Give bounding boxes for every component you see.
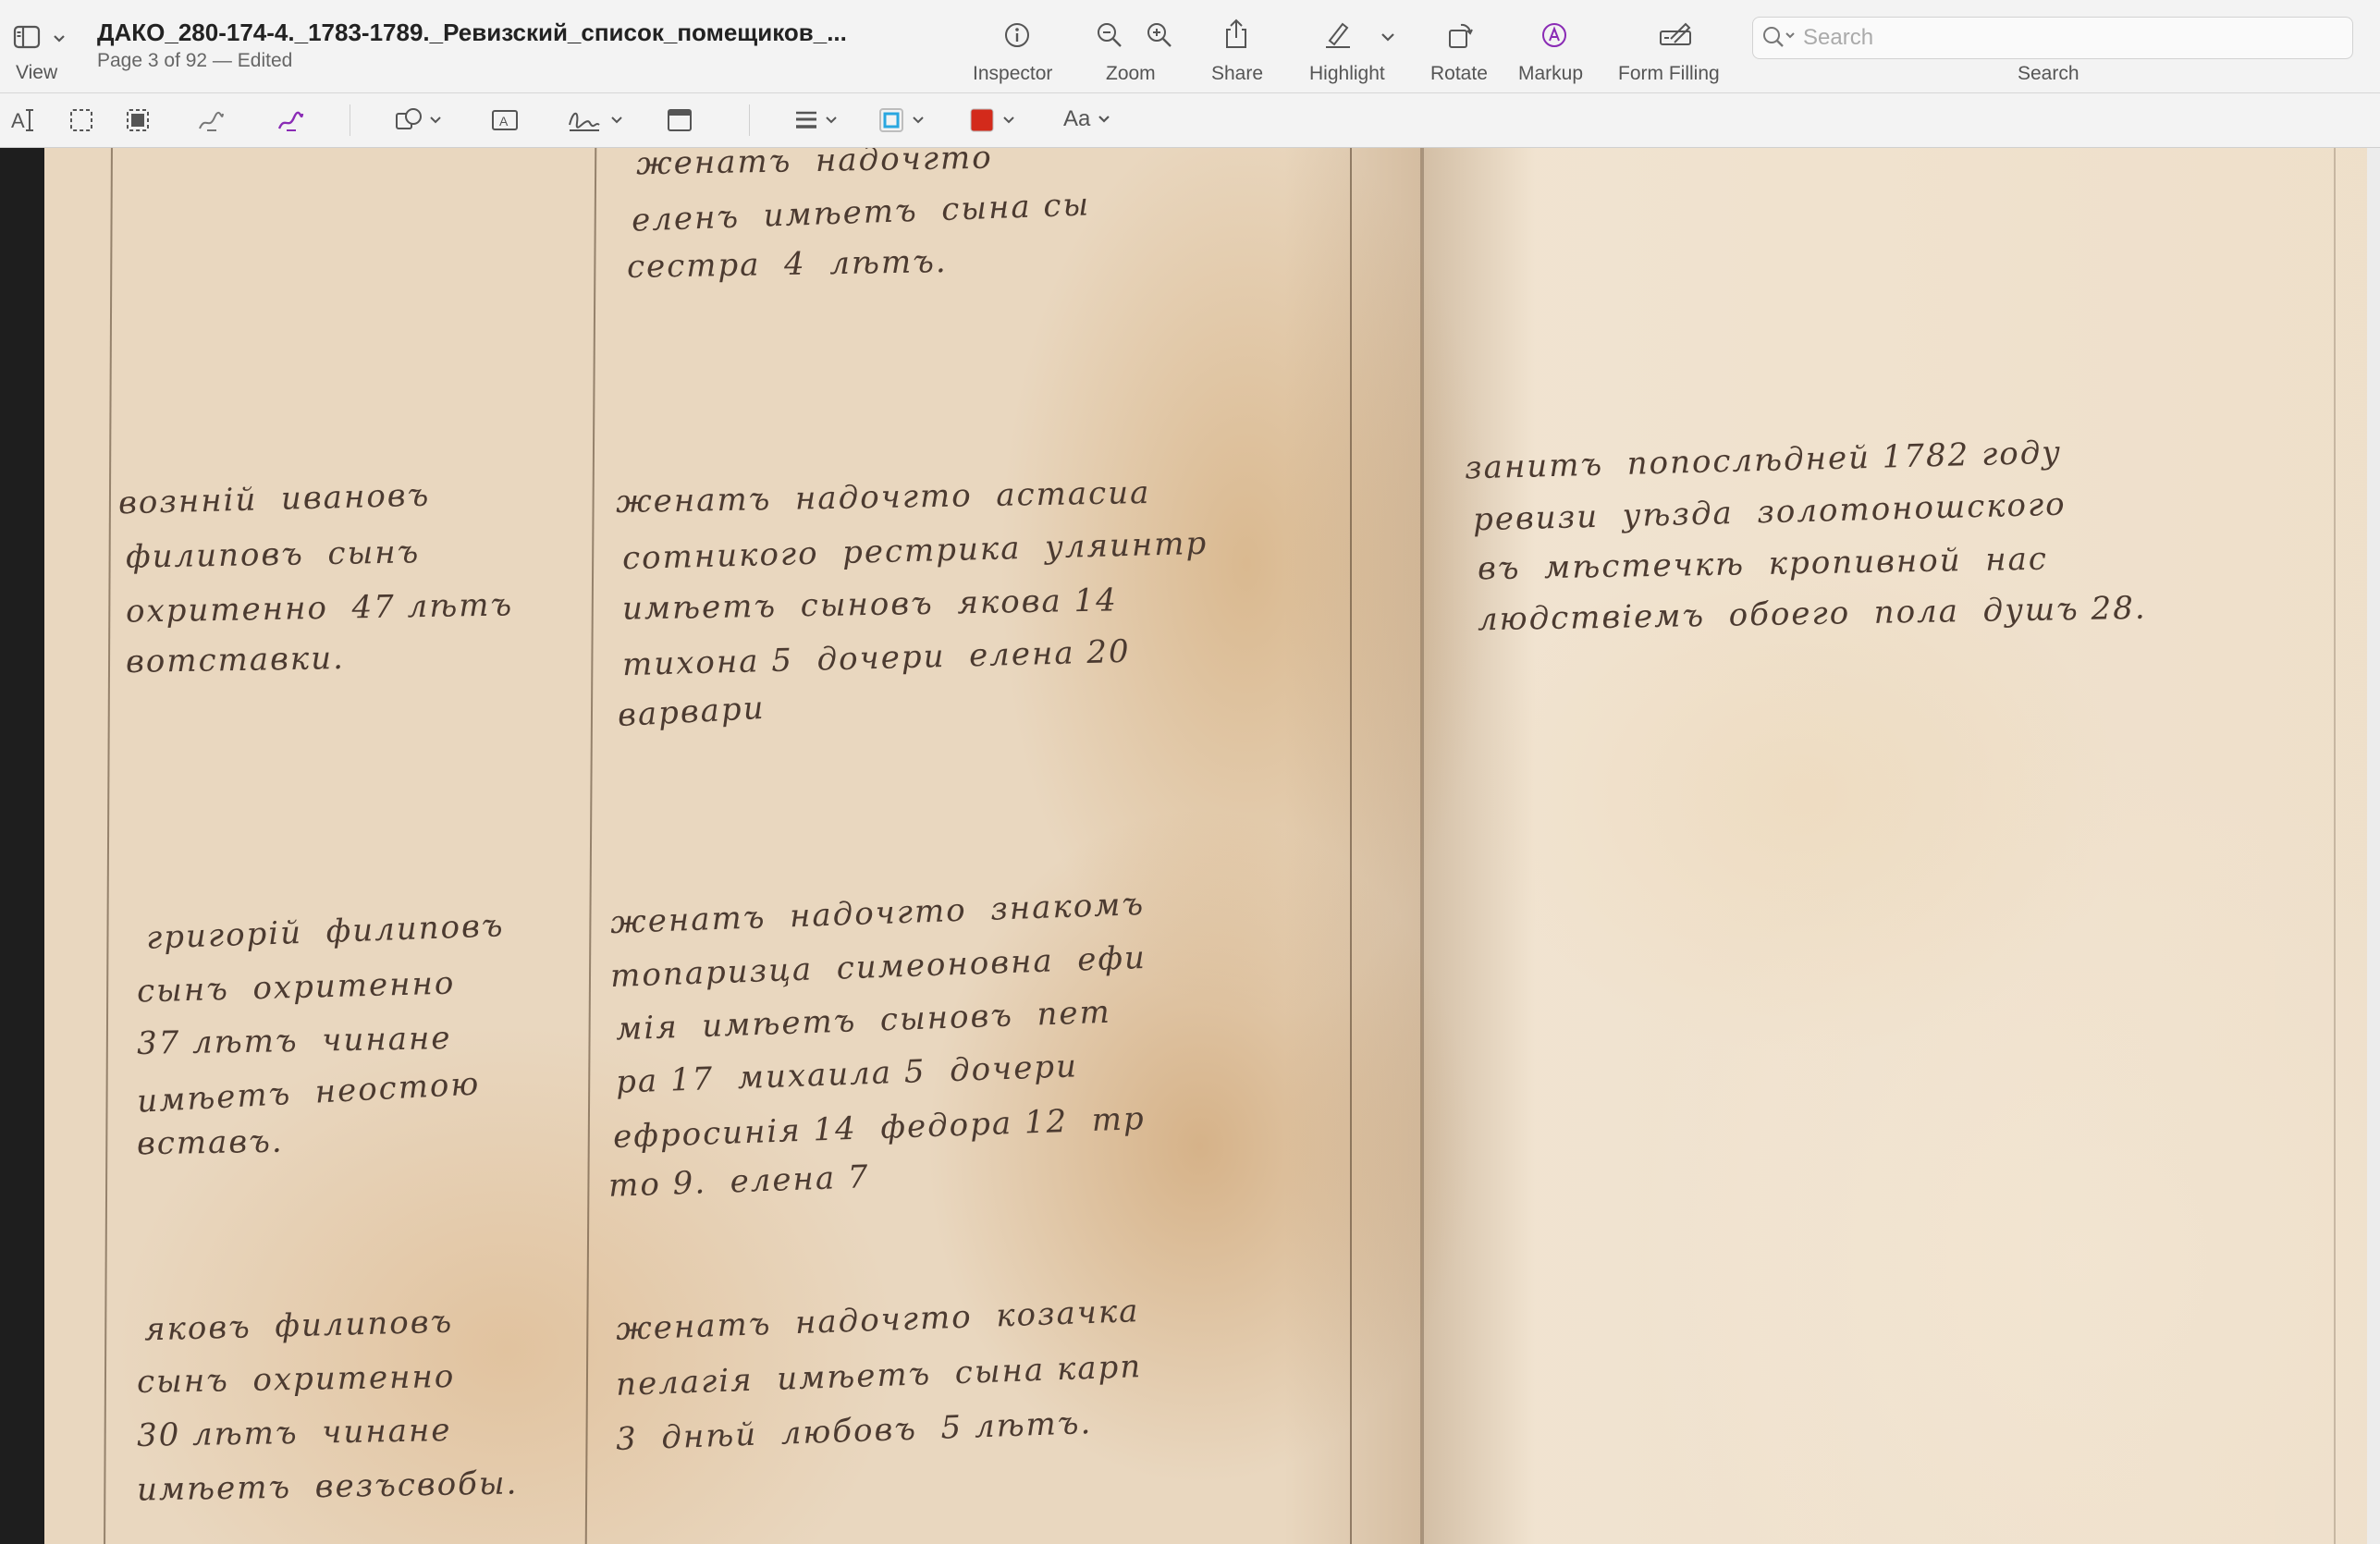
handwritten-line: 30 лѣтъ чинане [136,1412,452,1454]
column-rule [2334,148,2336,1544]
vertical-scrollbar[interactable] [2367,148,2380,1544]
highlight-options-chevron-icon[interactable] [1380,31,1396,43]
zoom-label: Zoom [1106,63,1156,84]
share-button[interactable]: Share [1202,17,1276,91]
fill-color-icon[interactable] [969,106,1024,134]
svg-text:A: A [499,114,509,129]
chevron-down-icon [1098,116,1110,123]
handwritten-line: имѣетъ сыновъ якова 14 [621,582,1119,628]
search-icon [1763,27,1795,47]
text-box-icon[interactable]: A [490,106,520,134]
inspector-label: Inspector [973,63,1053,84]
document-title: ДАКО_280-174-4._1783-1789._Ревизский_спи… [97,18,847,46]
text-selection-icon[interactable]: A [9,106,37,134]
redact-icon[interactable] [124,106,152,134]
rotate-button[interactable]: Rotate [1419,17,1503,91]
document-subtitle: Page 3 of 92 — Edited [97,50,293,71]
sketch-icon[interactable] [196,106,226,134]
rotate-icon [1449,23,1473,48]
inspector-button[interactable]: Inspector [962,17,1073,91]
highlight-button[interactable]: Highlight [1304,17,1405,91]
markup-label: Markup [1518,63,1584,84]
shape-style-icon[interactable] [793,106,845,134]
handwritten-line: сестра 4 лѣтъ. [626,242,949,287]
page-fold [1420,148,1424,1544]
toolbar-divider [749,104,750,136]
form-filling-label: Form Filling [1618,63,1720,84]
right-manuscript-page [1422,148,2367,1544]
chevron-down-icon [54,35,65,43]
zoom-control[interactable]: Zoom [1091,17,1184,91]
rectangular-selection-icon[interactable] [67,106,95,134]
zoom-in-icon[interactable] [1145,20,1174,50]
form-filling-button[interactable]: Form Filling [1613,17,1738,91]
markup-pen-icon [1542,23,1566,47]
handwritten-line: филиповъ сынъ [125,533,421,576]
text-style-label: Aa [1063,106,1091,131]
share-label: Share [1211,63,1264,84]
highlight-label: Highlight [1309,63,1385,84]
text-style-button[interactable]: Aa [1061,104,1126,136]
handwritten-line: охритенно 47 лѣтъ [125,586,514,631]
svg-text:A: A [11,109,25,132]
handwritten-line: сынъ охритенно [136,1357,456,1402]
signature-icon[interactable] [566,106,631,134]
main-toolbar: View ДАКО_280-174-4._1783-1789._Ревизски… [0,0,2380,93]
view-menu-button[interactable]: View [11,20,76,83]
draw-icon[interactable] [276,106,305,134]
document-page[interactable]: женатъ надочгто еленъ имѣетъ сына сы сес… [44,148,2367,1544]
shapes-icon[interactable] [394,106,446,134]
zoom-out-icon[interactable] [1095,20,1124,50]
handwritten-line: вставъ. [136,1122,284,1163]
search-box[interactable] [1752,17,2353,59]
search-label: Search [2018,63,2079,84]
handwritten-line: то 9. елена 7 [607,1158,871,1205]
note-icon[interactable] [666,106,693,134]
highlighter-icon [1326,22,1350,48]
sidebar-icon [13,25,41,49]
handwritten-line: вознній ивановъ [117,476,431,522]
handwritten-line: яковъ филиповъ [143,1303,454,1349]
markup-button[interactable]: Markup [1512,17,1600,91]
rotate-label: Rotate [1430,63,1488,84]
handwritten-line: имѣетъ везъсвобы. [136,1464,519,1509]
handwritten-line: вотставки. [125,639,346,681]
view-label: View [16,62,58,83]
handwritten-line: варвари [617,689,767,735]
column-rule [1350,148,1352,1544]
handwritten-line: сынъ охритенно [136,964,456,1011]
search-input[interactable] [1801,23,2341,53]
handwritten-line: женатъ надочгто астасиа [615,473,1151,521]
info-icon [1005,23,1029,47]
markup-toolbar: A A Aa [0,93,2380,148]
form-filling-icon [1660,22,1691,45]
share-icon [1226,18,1246,48]
border-color-icon[interactable] [878,106,934,134]
